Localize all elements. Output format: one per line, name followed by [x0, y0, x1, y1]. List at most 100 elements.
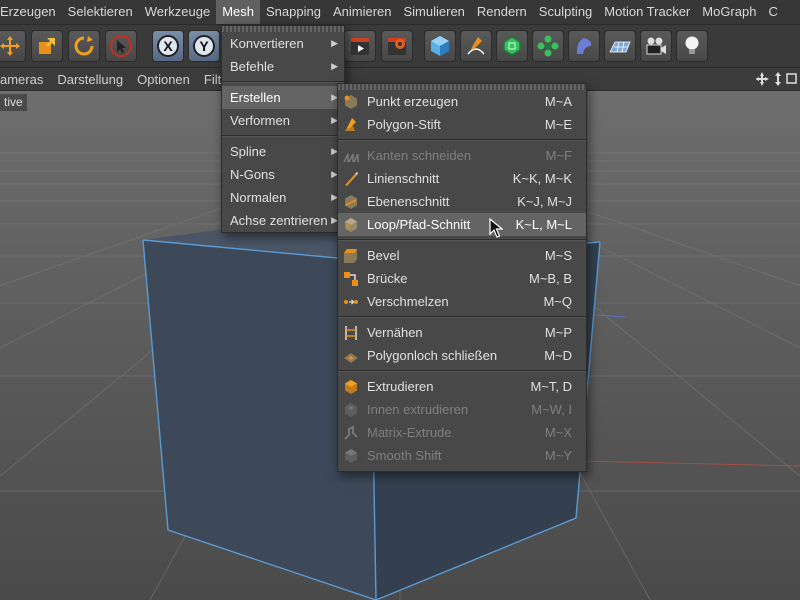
array-object-button[interactable]	[532, 30, 564, 62]
knife-line-icon	[343, 171, 359, 187]
menu-motion-tracker[interactable]: Motion Tracker	[598, 0, 696, 24]
cube-object-button[interactable]	[424, 30, 456, 62]
menu-item-label: Linienschnitt	[367, 171, 440, 186]
point-create-icon	[343, 94, 359, 110]
menu-rendern[interactable]: Rendern	[471, 0, 533, 24]
matrix-extrude-icon	[343, 425, 359, 441]
menu-snapping[interactable]: Snapping	[260, 0, 327, 24]
move-tool-button[interactable]	[0, 30, 26, 62]
svg-text:X: X	[163, 38, 173, 54]
menu-item-shortcut: M~W, I	[531, 402, 572, 417]
light-object-button[interactable]	[676, 30, 708, 62]
create-polygon-stift[interactable]: Polygon-Stift M~E	[338, 113, 586, 136]
menu-item-label: Befehle	[230, 59, 275, 74]
y-axis-button[interactable]: Y	[188, 30, 220, 62]
floor-object-button[interactable]	[604, 30, 636, 62]
menu-separator	[222, 135, 344, 137]
menu-item-shortcut: M~B, B	[529, 271, 572, 286]
extrude-inner-icon	[343, 402, 359, 418]
create-bevel[interactable]: Bevel M~S	[338, 244, 586, 267]
light-bulb-icon	[685, 36, 699, 54]
mesh-menu-konvertieren[interactable]: Konvertieren ▶	[222, 32, 344, 55]
menu-item-label: Matrix-Extrude	[367, 425, 452, 440]
menu-item-label: Loop/Pfad-Schnitt	[367, 217, 471, 232]
view-menu-optionen[interactable]: Optionen	[130, 72, 197, 87]
menu-item-shortcut: M~S	[544, 248, 572, 263]
menu-item-label: Erstellen	[230, 90, 281, 105]
erstellen-submenu: Punkt erzeugen M~A Polygon-Stift M~E Kan…	[337, 83, 587, 472]
view-menu-cameras[interactable]: ameras	[0, 72, 50, 87]
menu-separator	[338, 239, 586, 241]
menu-item-label: Bevel	[367, 248, 400, 263]
rotate-tool-button[interactable]	[68, 30, 100, 62]
menu-separator	[338, 139, 586, 141]
scale-icon	[39, 38, 55, 54]
create-punkt-erzeugen[interactable]: Punkt erzeugen M~A	[338, 90, 586, 113]
pen-tool-button[interactable]	[460, 30, 492, 62]
plane-cut-icon	[343, 194, 359, 210]
x-axis-icon: X	[157, 35, 179, 57]
menu-selektieren[interactable]: Selektieren	[62, 0, 139, 24]
menu-animieren[interactable]: Animieren	[327, 0, 398, 24]
create-ebenenschnitt[interactable]: Ebenenschnitt K~J, M~J	[338, 190, 586, 213]
create-smooth-shift: Smooth Shift M~Y	[338, 444, 586, 467]
viewport-nav-icons[interactable]	[756, 71, 798, 87]
live-select-button[interactable]	[105, 30, 137, 62]
menu-item-label: Vernähen	[367, 325, 423, 340]
mesh-menu-befehle[interactable]: Befehle ▶	[222, 55, 344, 78]
submenu-arrow-icon: ▶	[331, 38, 338, 48]
clapper-icon	[351, 38, 369, 55]
menu-item-shortcut: M~P	[544, 325, 572, 340]
menu-mesh[interactable]: Mesh	[216, 0, 261, 24]
render-settings-button[interactable]	[381, 30, 413, 62]
bevel-icon	[343, 248, 359, 264]
floor-icon	[609, 41, 631, 53]
mouse-cursor-icon	[489, 218, 503, 238]
close-hole-icon	[343, 348, 359, 364]
menu-item-shortcut: M~E	[544, 117, 572, 132]
camera-object-button[interactable]	[640, 30, 672, 62]
create-loop-pfad-schnitt[interactable]: Loop/Pfad-Schnitt K~L, M~L	[338, 213, 586, 236]
menu-item-label: Ebenenschnitt	[367, 194, 450, 209]
create-verschmelzen[interactable]: Verschmelzen M~Q	[338, 290, 586, 313]
menu-erzeugen[interactable]: Erzeugen	[0, 0, 62, 24]
rotate-icon	[74, 36, 94, 56]
mesh-menu-achse-zentrieren[interactable]: Achse zentrieren ▶	[222, 209, 344, 232]
edge-cut-icon	[343, 148, 359, 164]
create-bruecke[interactable]: Brücke M~B, B	[338, 267, 586, 290]
camera-icon	[646, 37, 666, 55]
menu-item-label: Normalen	[230, 190, 287, 205]
menu-item-shortcut: M~T, D	[530, 379, 572, 394]
menu-separator	[338, 316, 586, 318]
create-extrudieren[interactable]: Extrudieren M~T, D	[338, 375, 586, 398]
menu-bar: Erzeugen Selektieren Werkzeuge Mesh Snap…	[0, 0, 800, 25]
mesh-menu-verformen[interactable]: Verformen ▶	[222, 109, 344, 132]
menu-item-shortcut: M~F	[545, 148, 572, 163]
menu-sculpting[interactable]: Sculpting	[533, 0, 598, 24]
menu-werkzeuge[interactable]: Werkzeuge	[139, 0, 217, 24]
menu-character[interactable]: C	[762, 0, 783, 24]
create-polygonloch-schliessen[interactable]: Polygonloch schließen M~D	[338, 344, 586, 367]
mesh-menu-erstellen[interactable]: Erstellen ▶	[222, 86, 344, 109]
render-view-button[interactable]	[344, 30, 376, 62]
mesh-menu-ngons[interactable]: N-Gons ▶	[222, 163, 344, 186]
loop-cut-icon	[343, 217, 359, 233]
x-axis-button[interactable]: X	[152, 30, 184, 62]
mesh-menu-normalen[interactable]: Normalen ▶	[222, 186, 344, 209]
mesh-menu-spline[interactable]: Spline ▶	[222, 140, 344, 163]
menu-mograph[interactable]: MoGraph	[696, 0, 762, 24]
menu-item-shortcut: K~J, M~J	[517, 194, 572, 209]
menu-item-label: Innen extrudieren	[367, 402, 469, 417]
deformer-button[interactable]	[568, 30, 600, 62]
view-menu-darstellung[interactable]: Darstellung	[50, 72, 130, 87]
menu-item-label: Spline	[230, 144, 267, 159]
clapper-gear-icon	[388, 38, 406, 55]
create-vernaehen[interactable]: Vernähen M~P	[338, 321, 586, 344]
scale-tool-button[interactable]	[31, 30, 63, 62]
create-linienschnitt[interactable]: Linienschnitt K~K, M~K	[338, 167, 586, 190]
menu-item-label: Brücke	[367, 271, 408, 286]
menu-simulieren[interactable]: Simulieren	[398, 0, 471, 24]
stitch-icon	[343, 325, 359, 341]
subdivision-button[interactable]	[496, 30, 528, 62]
create-kanten-schneiden: Kanten schneiden M~F	[338, 144, 586, 167]
